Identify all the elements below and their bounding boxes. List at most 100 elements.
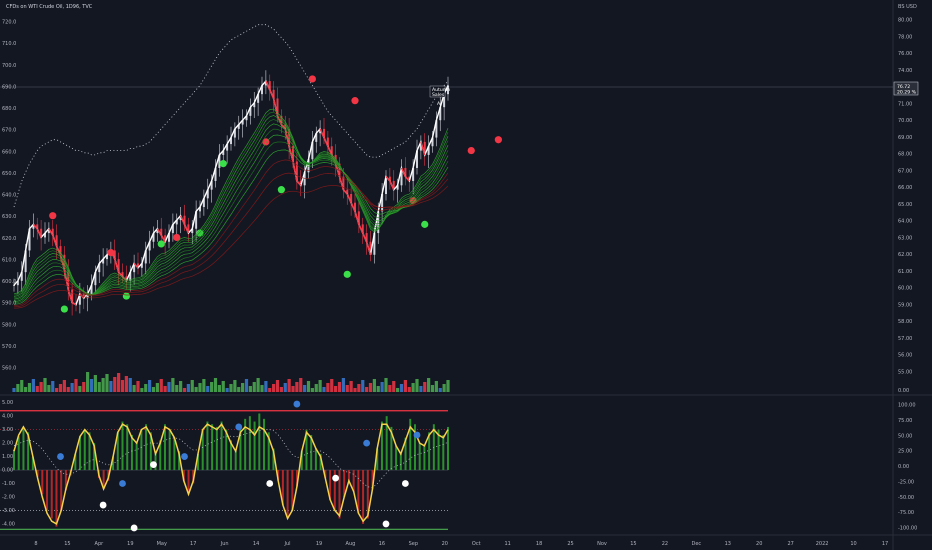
blue-signal-dot <box>235 423 243 431</box>
volume-bar <box>179 381 183 392</box>
volume-bar <box>51 381 55 392</box>
volume-bar <box>163 386 167 392</box>
volume-bar <box>248 386 252 392</box>
time-axis-tick: 11 <box>504 541 510 547</box>
volume-bar <box>446 380 450 392</box>
volume-bar <box>295 382 299 392</box>
currency-label: BS USD <box>898 4 917 10</box>
volume-bar <box>167 382 171 392</box>
histogram-bar <box>55 470 58 527</box>
left-axis-tick: 580.0 <box>2 322 16 328</box>
time-axis-tick: 13 <box>725 541 731 547</box>
right-axis-tick: 78.00 <box>898 34 912 40</box>
volume-bar <box>70 383 74 392</box>
histogram-bar <box>248 416 251 471</box>
volume-bar <box>213 378 218 392</box>
price-line <box>13 79 449 306</box>
buy-signal-dot <box>122 292 130 300</box>
chart-canvas[interactable]: 80.0078.0076.0074.0072.0071.0070.0069.00… <box>0 0 932 550</box>
volume-bar <box>47 385 51 392</box>
annotation-label[interactable]: Autumn Sales A <box>429 85 450 107</box>
volume-bar <box>144 384 148 392</box>
time-axis-tick: Oct <box>472 541 481 547</box>
right-axis-tick: 74.00 <box>898 68 912 74</box>
histogram-bar <box>215 426 218 471</box>
sell-signal-dot <box>49 212 57 220</box>
volume-bar <box>237 387 241 392</box>
left-axis-tick: 630.0 <box>2 214 16 220</box>
time-axis-tick: 10 <box>850 541 856 547</box>
right-axis-tick: 69.00 <box>898 135 912 141</box>
volume-bar <box>430 385 435 392</box>
right-axis-tick: 60.00 <box>898 286 912 292</box>
volume-bar <box>225 388 229 392</box>
volume-bar <box>171 378 175 392</box>
volume-bar <box>244 379 249 392</box>
white-signal-dot <box>150 461 157 469</box>
osc-right-axis-tick: -75.00 <box>898 510 914 516</box>
volume-bar <box>210 382 214 392</box>
histogram-bar <box>13 449 15 471</box>
histogram-bar <box>17 436 20 471</box>
left-axis-tick: 620.0 <box>2 236 16 242</box>
volume-bar <box>306 381 311 392</box>
time-axis-tick: 18 <box>536 541 542 547</box>
osc-right-axis-tick: -25.00 <box>898 479 914 485</box>
osc-right-axis-tick: 50.00 <box>898 433 912 439</box>
volume-bar <box>376 386 380 392</box>
sell-signal-dot <box>107 249 115 257</box>
price-panel <box>13 24 502 316</box>
volume-bar <box>155 383 159 392</box>
right-axis-tick: 61.00 <box>898 269 912 275</box>
volume-bar <box>357 384 361 392</box>
volume-bar <box>233 380 237 392</box>
time-axis-tick: Nov <box>597 541 607 547</box>
volume-bar <box>415 379 419 392</box>
right-axis-tick: 63.00 <box>898 235 912 241</box>
time-axis-tick: 17 <box>190 541 196 547</box>
left-axis-tick: 680.0 <box>2 106 16 112</box>
left-axis-tick: 690.0 <box>2 84 16 90</box>
volume-bar <box>31 379 35 392</box>
sell-signal-dot <box>467 146 475 155</box>
volume-bar <box>35 386 39 392</box>
osc-left-axis-tick: 3.00 <box>2 427 13 433</box>
histogram-bar <box>395 445 398 471</box>
right-axis-tick: 76.00 <box>898 51 912 57</box>
right-axis-tick: 56.00 <box>898 353 912 359</box>
time-axis-tick: 8 <box>34 541 37 547</box>
time-axis-tick: Apr <box>95 541 105 547</box>
volume-bar <box>353 388 357 392</box>
time-axis-tick: 20 <box>756 541 762 547</box>
time-axis-tick: 22 <box>662 541 668 547</box>
volume-bar <box>279 387 283 392</box>
white-signal-dot <box>99 501 107 509</box>
volume-bar <box>403 380 407 392</box>
histogram-bar <box>447 426 449 471</box>
osc-left-axis-tick: -3.00 <box>2 508 15 514</box>
last-price-tag: 76.72 20.29 % <box>893 81 919 96</box>
buy-signal-dot <box>157 240 165 248</box>
buy-signal-dot <box>343 270 351 278</box>
osc-right-axis-tick: 25.00 <box>898 449 912 455</box>
volume-bar <box>407 387 411 392</box>
osc-left-axis-tick: -1.00 <box>2 481 15 487</box>
histogram-bar <box>263 418 266 471</box>
volume-bar <box>388 385 392 392</box>
volume-bar <box>74 379 78 392</box>
left-axis-tick: 600.0 <box>2 279 16 285</box>
volume-bar <box>190 380 194 392</box>
volume-bar <box>93 375 97 392</box>
time-axis[interactable]: 8 15 Apr 19 May 17 Jun 14 Jul 19 Aug 16 Sep 20 Oct 11 18… <box>34 541 888 547</box>
sell-signal-dot <box>494 136 502 144</box>
white-signal-dot <box>382 520 390 528</box>
volume-bar <box>287 379 291 392</box>
osc-right-axis-tick: 75.00 <box>898 418 912 424</box>
volume-bar <box>159 379 163 392</box>
left-axis-tick: 610.0 <box>2 257 16 263</box>
volume-axis-tick: 0.00 <box>898 388 909 394</box>
volume-bar <box>299 378 303 392</box>
buy-signal-dot <box>60 305 68 313</box>
volume-bar <box>283 383 287 392</box>
right-axis-tick: 66.00 <box>898 185 912 191</box>
